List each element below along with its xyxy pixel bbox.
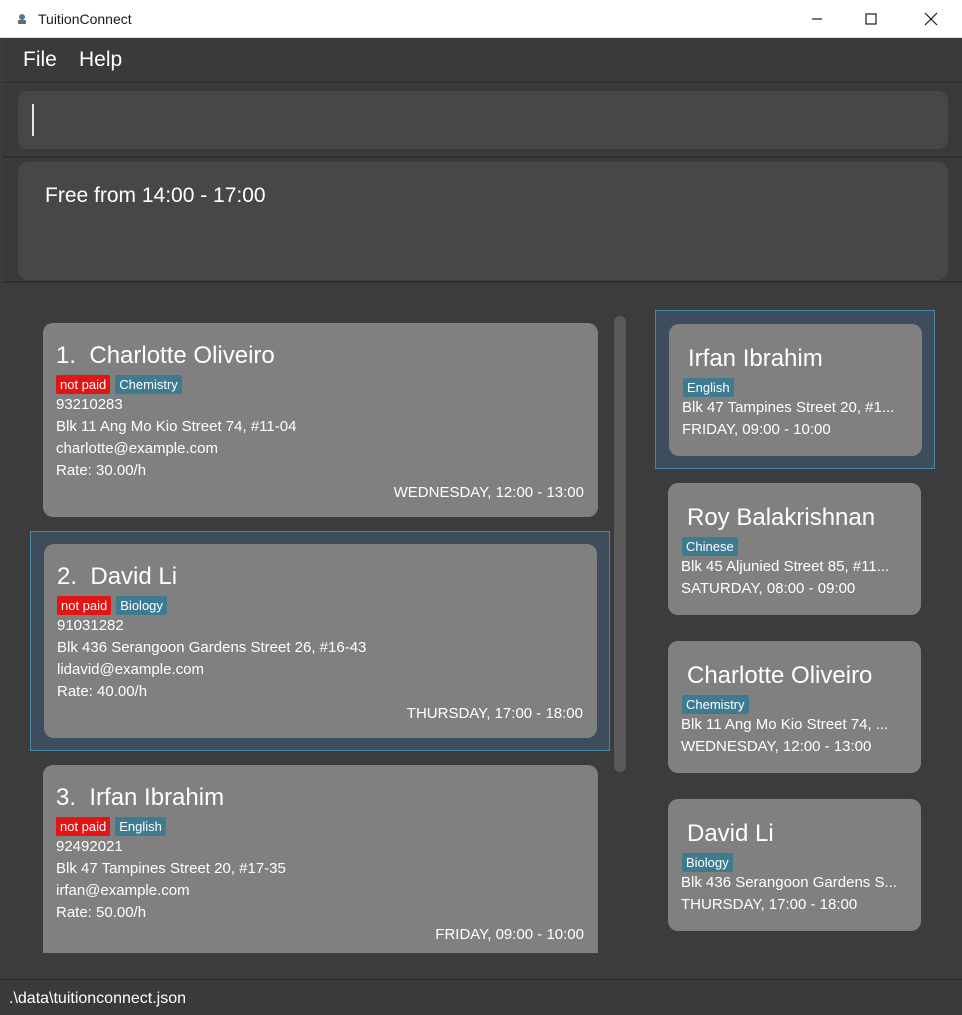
minimize-icon — [812, 18, 822, 20]
schedule-lesson-time: THURSDAY, 17:00 - 18:00 — [681, 896, 858, 913]
command-input[interactable] — [18, 91, 948, 149]
text-caret — [32, 104, 34, 136]
student-index-name: 1. Charlotte Oliveiro — [56, 342, 275, 370]
subject-tag: Chinese — [682, 537, 738, 556]
student-name: Charlotte Oliveiro — [89, 342, 275, 369]
command-area — [3, 84, 962, 158]
subject-tag: Biology — [116, 596, 167, 615]
schedule-card[interactable]: Irfan Ibrahim English Blk 47 Tampines St… — [669, 324, 922, 456]
student-address: Blk 11 Ang Mo Kio Street 74, #11-04 — [56, 418, 297, 435]
tag-row: English — [683, 378, 739, 397]
maximize-button[interactable] — [848, 0, 894, 38]
student-email: irfan@example.com — [56, 882, 190, 899]
menu-bar: File Help — [3, 38, 962, 83]
app-icon — [18, 14, 26, 24]
student-card[interactable]: 2. David Li not paid Biology 91031282 Blk… — [44, 544, 597, 738]
student-name: David Li — [90, 563, 178, 590]
student-card[interactable]: 3. Irfan Ibrahim not paid English 9249202… — [43, 765, 598, 953]
student-index: 3. — [56, 784, 77, 811]
schedule-card[interactable]: Charlotte Oliveiro Chemistry Blk 11 Ang … — [668, 641, 921, 773]
schedule-card[interactable]: David Li Biology Blk 436 Serangoon Garde… — [668, 799, 921, 931]
tag-row: not paid Biology — [57, 596, 172, 615]
subject-tag: Chemistry — [115, 375, 182, 394]
schedule-address: Blk 11 Ang Mo Kio Street 74, ... — [681, 716, 889, 733]
schedule-lesson-time: FRIDAY, 09:00 - 10:00 — [682, 421, 831, 438]
schedule-lesson-time: SATURDAY, 08:00 - 09:00 — [681, 580, 856, 597]
student-index: 1. — [56, 342, 77, 369]
schedule-student-name: Charlotte Oliveiro — [687, 662, 873, 689]
student-email: charlotte@example.com — [56, 440, 218, 457]
schedule-student-name: David Li — [687, 820, 774, 847]
menu-file[interactable]: File — [23, 48, 57, 72]
subject-tag: English — [683, 378, 734, 397]
student-index-name: 3. Irfan Ibrahim — [56, 784, 224, 812]
result-area: Free from 14:00 - 17:00 — [3, 159, 962, 283]
student-index: 2. — [57, 563, 78, 590]
schedule-address: Blk 47 Tampines Street 20, #1... — [682, 399, 895, 416]
schedule-student-name: Roy Balakrishnan — [687, 504, 876, 531]
student-phone: 91031282 — [57, 617, 124, 634]
subject-tag: English — [115, 817, 166, 836]
student-phone: 92492021 — [56, 838, 123, 855]
status-bar: .\data\tuitionconnect.json — [0, 979, 962, 1015]
minimize-button[interactable] — [794, 0, 840, 38]
student-address: Blk 47 Tampines Street 20, #17-35 — [56, 860, 286, 877]
student-address: Blk 436 Serangoon Gardens Street 26, #16… — [57, 639, 367, 656]
schedule-lesson-time: WEDNESDAY, 12:00 - 13:00 — [681, 738, 872, 755]
tag-row: Biology — [682, 853, 738, 872]
menu-help[interactable]: Help — [79, 48, 122, 72]
student-lesson-time: THURSDAY, 17:00 - 18:00 — [406, 705, 583, 722]
result-display: Free from 14:00 - 17:00 — [18, 162, 948, 280]
schedule-address: Blk 45 Aljunied Street 85, #11... — [681, 558, 890, 575]
tag-row: Chinese — [682, 537, 743, 556]
tag-row: Chemistry — [682, 695, 754, 714]
paid-status-badge: not paid — [56, 817, 111, 836]
student-rate: Rate: 40.00/h — [57, 683, 148, 700]
list-scrollbar[interactable] — [614, 316, 626, 772]
main-panel: 1. Charlotte Oliveiro not paid Chemistry … — [3, 285, 962, 979]
tag-row: not paid English — [56, 817, 171, 836]
student-name: Irfan Ibrahim — [89, 784, 225, 811]
student-rate: Rate: 50.00/h — [56, 904, 147, 921]
student-lesson-time: FRIDAY, 09:00 - 10:00 — [435, 926, 584, 943]
student-phone: 93210283 — [56, 396, 123, 413]
close-button[interactable] — [908, 0, 954, 38]
schedule-card[interactable]: Roy Balakrishnan Chinese Blk 45 Aljunied… — [668, 483, 921, 615]
student-card[interactable]: 1. Charlotte Oliveiro not paid Chemistry … — [43, 323, 598, 517]
paid-status-badge: not paid — [56, 375, 111, 394]
data-file-path: .\data\tuitionconnect.json — [9, 990, 187, 1007]
result-text: Free from 14:00 - 17:00 — [45, 184, 266, 207]
student-email: lidavid@example.com — [57, 661, 204, 678]
student-index-name: 2. David Li — [57, 563, 177, 591]
schedule-student-name: Irfan Ibrahim — [688, 345, 823, 372]
maximize-icon — [865, 13, 877, 25]
title-bar: TuitionConnect — [0, 0, 962, 38]
student-rate: Rate: 30.00/h — [56, 462, 147, 479]
subject-tag: Chemistry — [682, 695, 749, 714]
student-lesson-time: WEDNESDAY, 12:00 - 13:00 — [393, 484, 584, 501]
schedule-address: Blk 436 Serangoon Gardens S... — [681, 874, 897, 891]
subject-tag: Biology — [682, 853, 733, 872]
close-icon — [924, 12, 938, 26]
window-title: TuitionConnect — [38, 11, 132, 27]
paid-status-badge: not paid — [57, 596, 112, 615]
tag-row: not paid Chemistry — [56, 375, 187, 394]
